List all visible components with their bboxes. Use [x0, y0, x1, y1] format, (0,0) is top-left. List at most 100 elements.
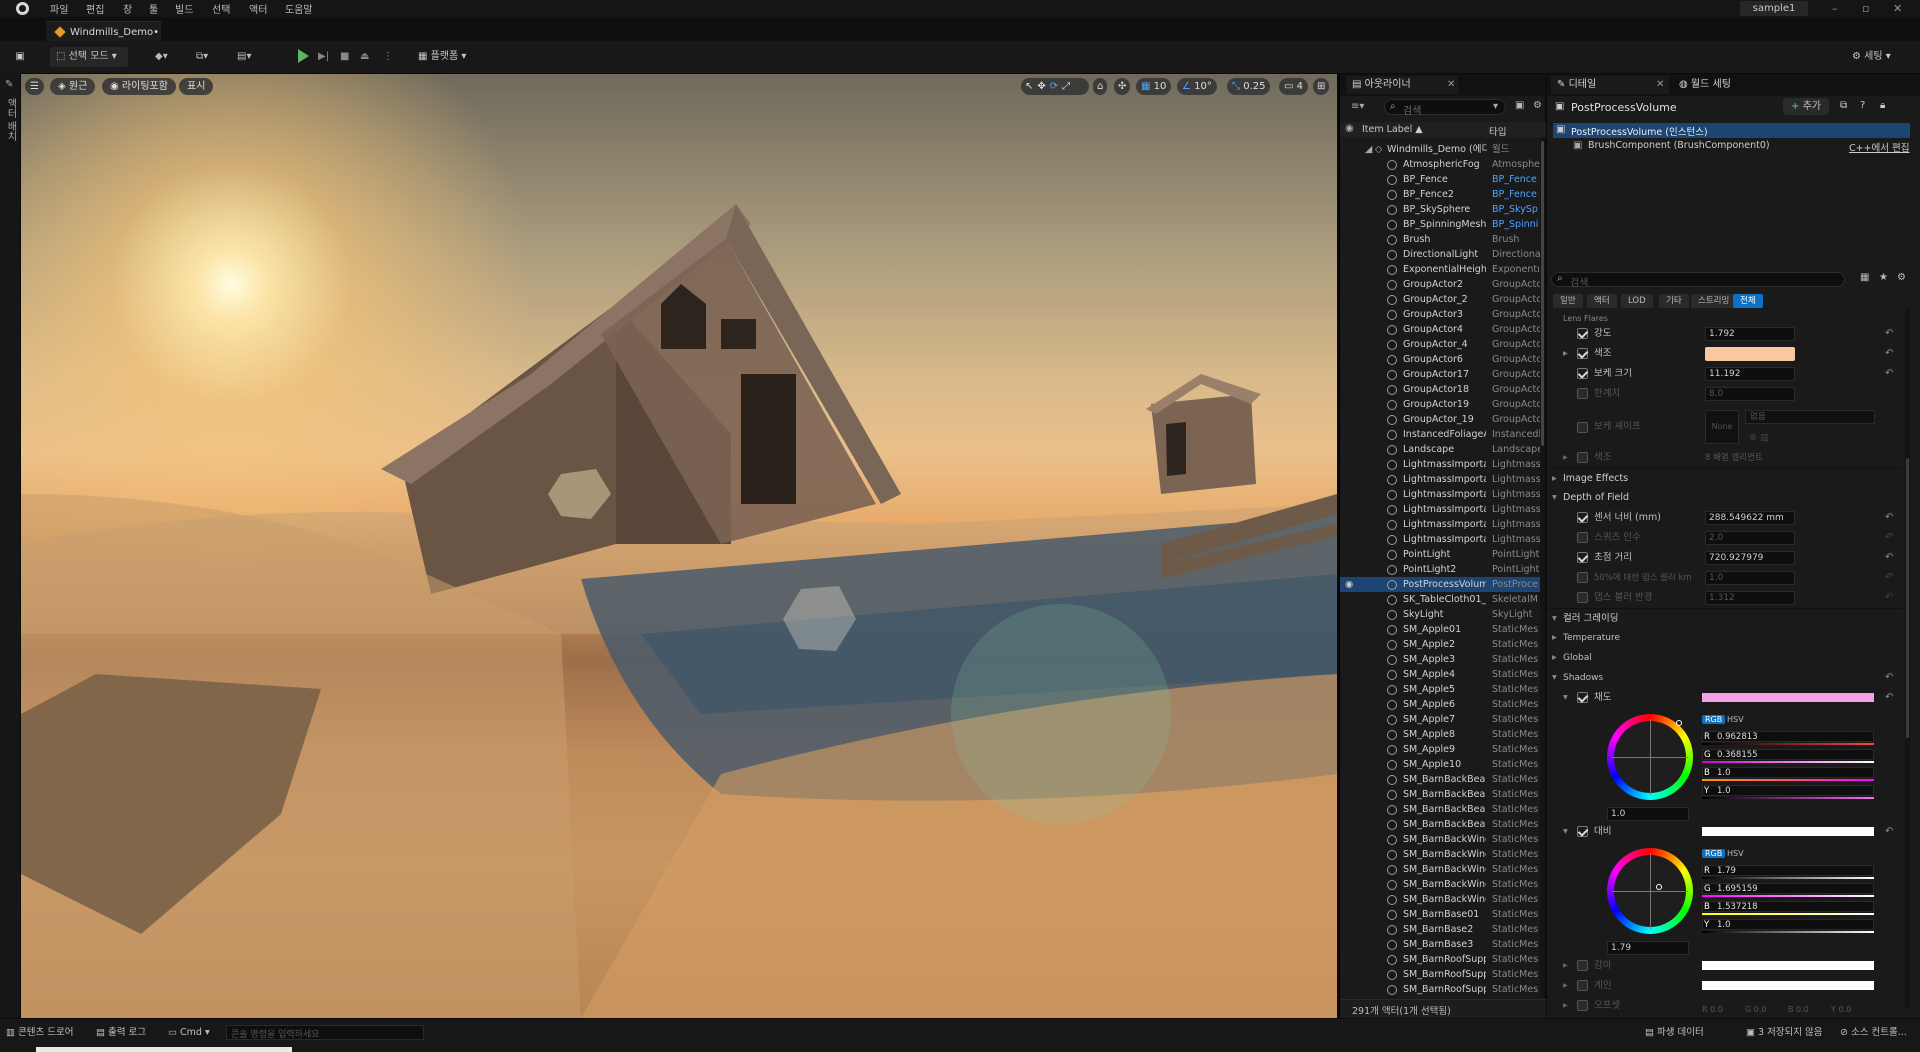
help-icon[interactable]: ? — [1860, 100, 1865, 111]
item-label-column[interactable]: Item Label ▲ — [1362, 124, 1423, 135]
outliner-row[interactable]: Landscape Landscape — [1340, 442, 1540, 457]
outliner-row[interactable]: BP_SkySphere BP_SkySp — [1340, 202, 1540, 217]
select-mode-dropdown[interactable]: ⬚ 선택 모드 ▾ — [50, 47, 128, 67]
output-log-button[interactable]: ▤ 출력 로그 — [96, 1025, 146, 1041]
lock-icon[interactable]: 🔒︎ — [1880, 100, 1885, 111]
component-child-row[interactable]: ▣ BrushComponent (BrushComponent0) C++에서… — [1553, 139, 1910, 154]
image-effects-header[interactable]: ▸ Image Effects — [1547, 468, 1903, 488]
contrast-wheel-value[interactable]: 1.79 — [1607, 941, 1689, 955]
menu-actor[interactable]: 액터 — [249, 1, 267, 16]
threshold-checkbox[interactable] — [1577, 388, 1588, 399]
outliner-row[interactable]: SM_BarnBackWind StaticMes — [1340, 832, 1540, 847]
cinematics-icon[interactable]: ▤▾ — [237, 47, 265, 67]
collapse-arrow-icon[interactable]: ▾ — [1552, 609, 1557, 629]
expand-arrow-icon[interactable]: ▸ — [1552, 628, 1557, 648]
expand-arrow-icon[interactable]: ▸ — [1563, 448, 1568, 468]
focal-distance-checkbox[interactable] — [1577, 552, 1588, 563]
outliner-row[interactable]: SkyLight SkyLight — [1340, 607, 1540, 622]
close-tab-icon[interactable]: ✕ — [1656, 76, 1664, 94]
bokeh-size-value[interactable]: 11.192 — [1705, 367, 1795, 381]
level-viewport[interactable]: ☰ ◈ 원근 ◉ 라이팅포함 표시 ↖✥⟳⤢ ⌂ ✣ ▦ 10 ∠ 10° ⤡ … — [21, 74, 1337, 1018]
outliner-row[interactable]: SM_BarnBackBeam StaticMes — [1340, 802, 1540, 817]
source-control-button[interactable]: ⊘ 소스 컨트롤... — [1840, 1025, 1907, 1041]
outliner-row[interactable]: SM_Apple9 StaticMes — [1340, 742, 1540, 757]
offset-checkbox[interactable] — [1577, 1000, 1588, 1011]
outliner-row[interactable]: LightmassImportan Lightmass — [1340, 502, 1540, 517]
star-icon[interactable]: ★ — [1879, 272, 1888, 283]
visibility-col-icon[interactable]: ◉ — [1345, 123, 1354, 134]
reset-icon[interactable]: ↶ — [1885, 344, 1893, 364]
outliner-row[interactable]: SM_Apple2 StaticMes — [1340, 637, 1540, 652]
outliner-row[interactable]: SM_Apple10 StaticMes — [1340, 757, 1540, 772]
menu-help[interactable]: 도움말 — [285, 1, 313, 16]
reset-icon[interactable]: ↶ — [1885, 588, 1893, 608]
browse-icon[interactable]: ⊕ ▥ — [1749, 428, 1769, 448]
reset-icon[interactable]: ↶ — [1885, 822, 1893, 842]
table-view-icon[interactable]: ▦ — [1860, 272, 1869, 283]
blueprint-icon[interactable]: ⧉▾ — [196, 47, 224, 67]
contrast-checkbox[interactable] — [1577, 826, 1588, 837]
expand-arrow-icon[interactable]: ▸ — [1552, 469, 1557, 489]
reset-icon[interactable]: ↶ — [1885, 508, 1893, 528]
platforms-dropdown[interactable]: ▦ 플랫폼 ▾ — [418, 47, 486, 67]
outliner-row[interactable]: SM_Apple4 StaticMes — [1340, 667, 1540, 682]
grid-snap-button[interactable]: ▦ 10 — [1136, 78, 1172, 95]
outliner-row[interactable]: GroupActor_4 GroupActc — [1340, 337, 1540, 352]
wheel-handle[interactable] — [1676, 720, 1682, 726]
rgb-toggle[interactable]: RGB — [1702, 715, 1726, 724]
details-scrollbar[interactable] — [1905, 308, 1910, 1008]
saturation-b-slider[interactable]: B 1.0 — [1702, 767, 1874, 778]
place-actors-strip[interactable]: ✎ 액터 배치 — [0, 73, 20, 1018]
outliner-row[interactable]: SM_BarnBackBeam StaticMes — [1340, 817, 1540, 832]
reset-icon[interactable]: ↶ — [1885, 324, 1893, 344]
lens-flares-header[interactable]: Lens Flares — [1563, 314, 1608, 323]
step-icon[interactable]: ▶| — [318, 47, 332, 67]
bokeh-size-checkbox[interactable] — [1577, 368, 1588, 379]
select-tool-icon[interactable]: ↖ — [1025, 81, 1037, 92]
camera-speed-button[interactable]: ▭ 4 — [1279, 78, 1309, 95]
tint-checkbox[interactable] — [1577, 348, 1588, 359]
outliner-row[interactable]: SM_BarnBackWind StaticMes — [1340, 877, 1540, 892]
focal-distance-value[interactable]: 720.927979 — [1705, 551, 1795, 565]
eject-icon[interactable]: ⏏ — [360, 47, 372, 67]
rotate-tool-icon[interactable]: ⟳ — [1050, 81, 1062, 92]
collapse-arrow-icon[interactable]: ▾ — [1552, 488, 1557, 508]
outliner-row[interactable]: SM_BarnBase01 StaticMes — [1340, 907, 1540, 922]
world-root-row[interactable]: ◢ ◇ Windmills_Demo (에디 월드 — [1340, 142, 1540, 157]
depth-radius-value[interactable]: 1.312 — [1705, 591, 1795, 605]
outliner-row[interactable]: PointLight PointLight — [1340, 547, 1540, 562]
perspective-button[interactable]: ◈ 원근 — [50, 78, 96, 95]
visibility-eye-icon[interactable]: ◉ — [1345, 577, 1353, 592]
collapse-arrow-icon[interactable]: ▾ — [1552, 668, 1557, 688]
filter-all[interactable]: 전체 — [1733, 294, 1763, 308]
contrast-r-slider[interactable]: R 1.79 — [1702, 865, 1874, 876]
outliner-row[interactable]: GroupActor18 GroupActc — [1340, 382, 1540, 397]
move-tool-icon[interactable]: ✥ — [1037, 81, 1049, 92]
saturation-color-bar[interactable] — [1702, 693, 1874, 702]
filter-general[interactable]: 일반 — [1553, 294, 1583, 308]
rotation-snap-button[interactable]: ∠ 10° — [1177, 78, 1217, 95]
outliner-row[interactable]: SM_BarnBackBeam StaticMes — [1340, 787, 1540, 802]
global-header[interactable]: ▸ Global — [1547, 648, 1903, 668]
outliner-row[interactable]: LightmassImportan Lightmass — [1340, 532, 1540, 547]
outliner-row[interactable]: SM_BarnBase2 StaticMes — [1340, 922, 1540, 937]
outliner-search-input[interactable]: ⌕ 검색 ▾ — [1384, 99, 1506, 117]
threshold-value[interactable]: 8.0 — [1705, 387, 1795, 401]
outliner-row[interactable]: SM_Apple7 StaticMes — [1340, 712, 1540, 727]
contrast-b-slider[interactable]: B 1.537218 — [1702, 901, 1874, 912]
gain-checkbox[interactable] — [1577, 980, 1588, 991]
outliner-row[interactable]: BP_Fence2 BP_Fence — [1340, 187, 1540, 202]
filter-icon[interactable]: ≡▾ — [1351, 101, 1364, 112]
gear-icon[interactable]: ⚙ — [1897, 272, 1906, 283]
offset-b[interactable]: B 0.0 — [1788, 1000, 1809, 1018]
minimize-icon[interactable]: – — [1832, 2, 1838, 15]
unreal-logo-icon[interactable] — [16, 2, 29, 15]
outliner-row[interactable]: LightmassImportan Lightmass — [1340, 457, 1540, 472]
outliner-row[interactable]: SM_BarnRoofSuppc StaticMes — [1340, 952, 1540, 967]
outliner-row[interactable]: GroupActor3 GroupActc — [1340, 307, 1540, 322]
console-input[interactable]: 콘솔 명령을 입력하세요 — [226, 1025, 424, 1040]
close-tab-icon[interactable]: ✕ — [1447, 76, 1455, 94]
sensor-width-value[interactable]: 288.549622 mm — [1705, 511, 1795, 525]
menu-tools[interactable]: 툴 — [149, 1, 158, 16]
expand-arrow-icon[interactable]: ▸ — [1563, 976, 1568, 996]
